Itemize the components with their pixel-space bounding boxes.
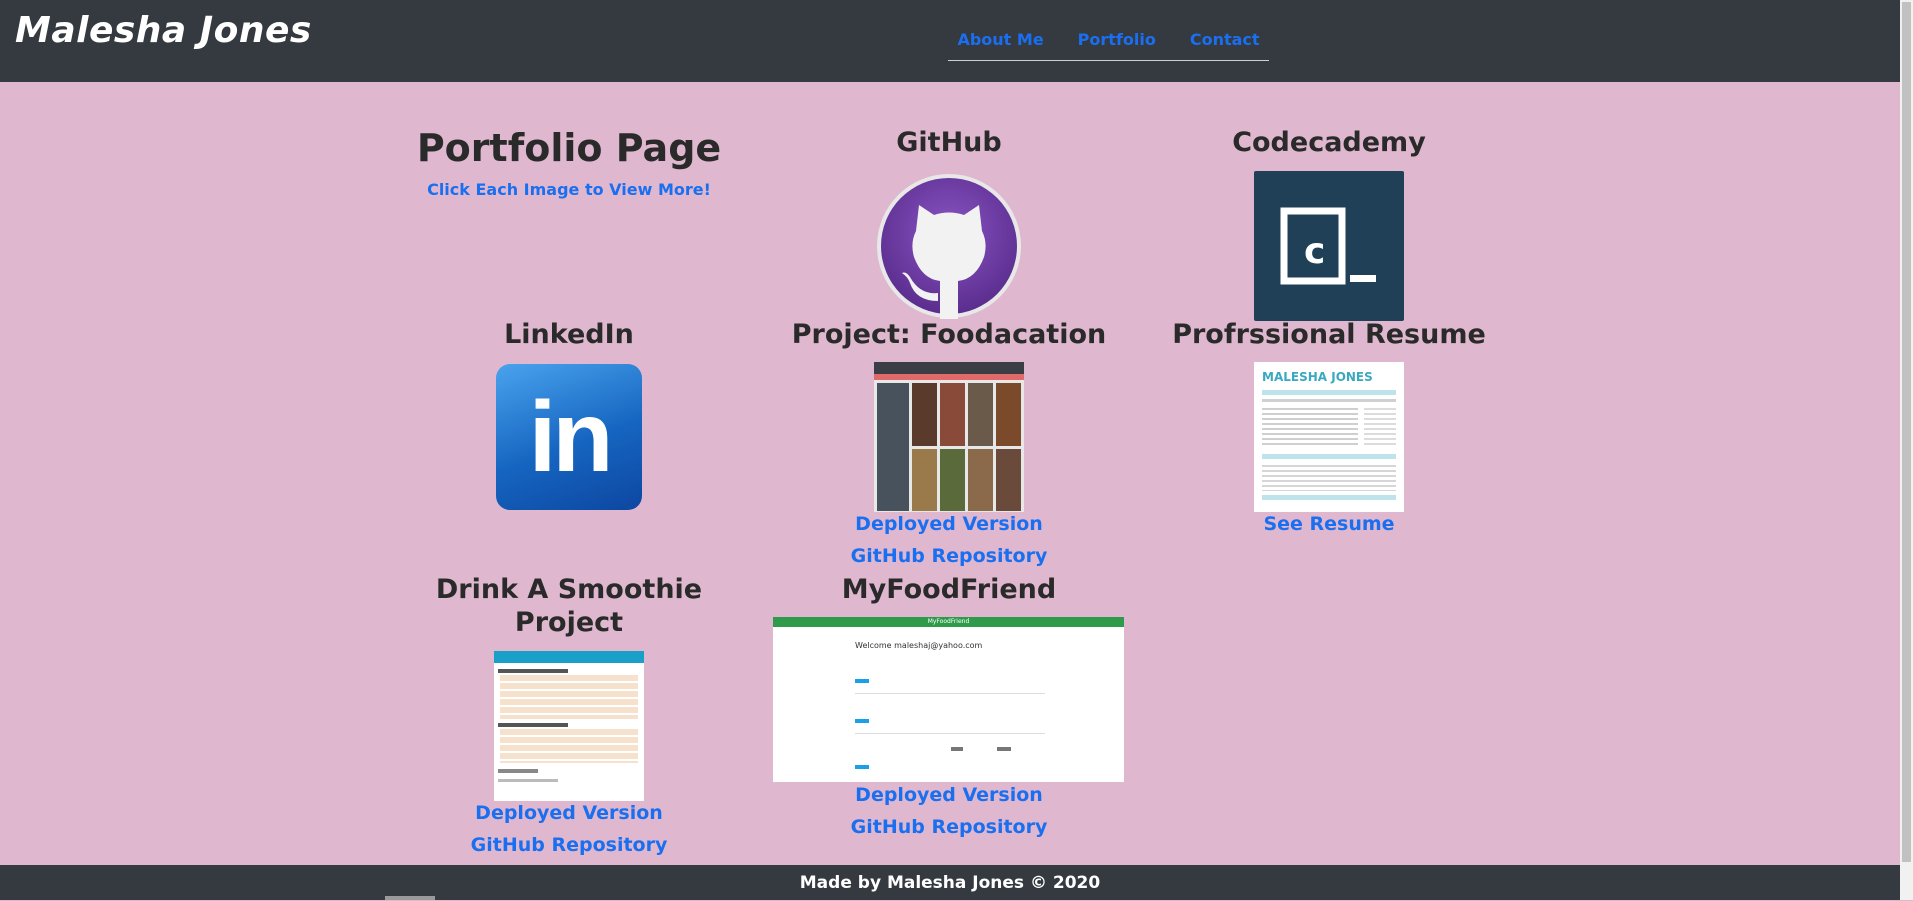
myfoodfriend-links: Deployed Version GitHub Repository [760, 779, 1138, 843]
nav-links: About Me Portfolio Contact [948, 20, 1269, 61]
smoothie-screenshot[interactable] [494, 651, 644, 801]
nav-about-me[interactable]: About Me [940, 20, 1060, 60]
brand-title[interactable]: Malesha Jones [15, 10, 312, 51]
page-title: Portfolio Page [416, 126, 722, 170]
myfoodfriend-card: MyFoodFriend [760, 573, 1138, 606]
codecademy-title: Codecademy [1232, 127, 1426, 158]
horizontal-scrollbar-thumb[interactable] [385, 896, 435, 900]
resume-card: Profrssional Resume [1140, 318, 1518, 351]
smoothie-card: Drink A Smoothie Project [380, 573, 758, 639]
footer: Made by Malesha Jones © 2020 [0, 865, 1900, 900]
linkedin-title: LinkedIn [504, 319, 634, 350]
github-title: GitHub [896, 127, 1002, 158]
see-resume-link[interactable]: See Resume [1140, 508, 1518, 540]
portfolio-heading: Portfolio Page Click Each Image to View … [380, 126, 758, 199]
myfoodfriend-deployed-link[interactable]: Deployed Version [760, 779, 1138, 811]
navbar: Malesha Jones About Me Portfolio Contact [0, 0, 1900, 82]
nav-contact[interactable]: Contact [1173, 20, 1277, 60]
smoothie-repo-link[interactable]: GitHub Repository [380, 829, 758, 861]
foodacation-repo-link[interactable]: GitHub Repository [760, 540, 1138, 572]
codecademy-logo[interactable]: c [1254, 171, 1404, 321]
foodacation-card: Project: Foodacation [760, 318, 1138, 351]
codecademy-icon: c [1280, 207, 1376, 285]
foodacation-screenshot[interactable] [874, 362, 1024, 512]
resume-links: See Resume [1140, 508, 1518, 540]
resume-preview-name: MALESHA JONES [1262, 370, 1373, 384]
vertical-scrollbar[interactable] [1900, 0, 1913, 900]
codecademy-card: Codecademy [1140, 126, 1518, 159]
resume-title: Profrssional Resume [1172, 319, 1486, 350]
myfoodfriend-repo-link[interactable]: GitHub Repository [760, 811, 1138, 843]
resume-preview[interactable]: MALESHA JONES [1254, 362, 1404, 512]
myfoodfriend-title: MyFoodFriend [841, 574, 1057, 605]
linkedin-card: LinkedIn [380, 318, 758, 351]
smoothie-title-line1: Drink A Smoothie [435, 574, 703, 605]
github-logo[interactable] [876, 173, 1022, 319]
myfoodfriend-preview-header: MyFoodFriend [773, 617, 1124, 627]
foodacation-title: Project: Foodacation [791, 319, 1107, 350]
svg-text:c: c [1304, 231, 1325, 272]
github-card: GitHub [760, 126, 1138, 159]
nav-portfolio[interactable]: Portfolio [1061, 20, 1173, 60]
foodacation-deployed-link[interactable]: Deployed Version [760, 508, 1138, 540]
myfoodfriend-screenshot[interactable]: MyFoodFriend Welcome maleshaj@yahoo.com [773, 617, 1124, 782]
view-more-link[interactable]: Click Each Image to View More! [380, 180, 758, 199]
foodacation-links: Deployed Version GitHub Repository [760, 508, 1138, 572]
scrollbar-thumb[interactable] [1902, 2, 1911, 862]
smoothie-links: Deployed Version GitHub Repository [380, 797, 758, 861]
linkedin-icon: in [528, 381, 614, 493]
linkedin-logo[interactable]: in [496, 364, 642, 510]
smoothie-title-line2: Project [514, 607, 624, 638]
smoothie-deployed-link[interactable]: Deployed Version [380, 797, 758, 829]
github-octocat-icon [877, 174, 1021, 319]
myfoodfriend-preview-welcome: Welcome maleshaj@yahoo.com [855, 641, 983, 650]
